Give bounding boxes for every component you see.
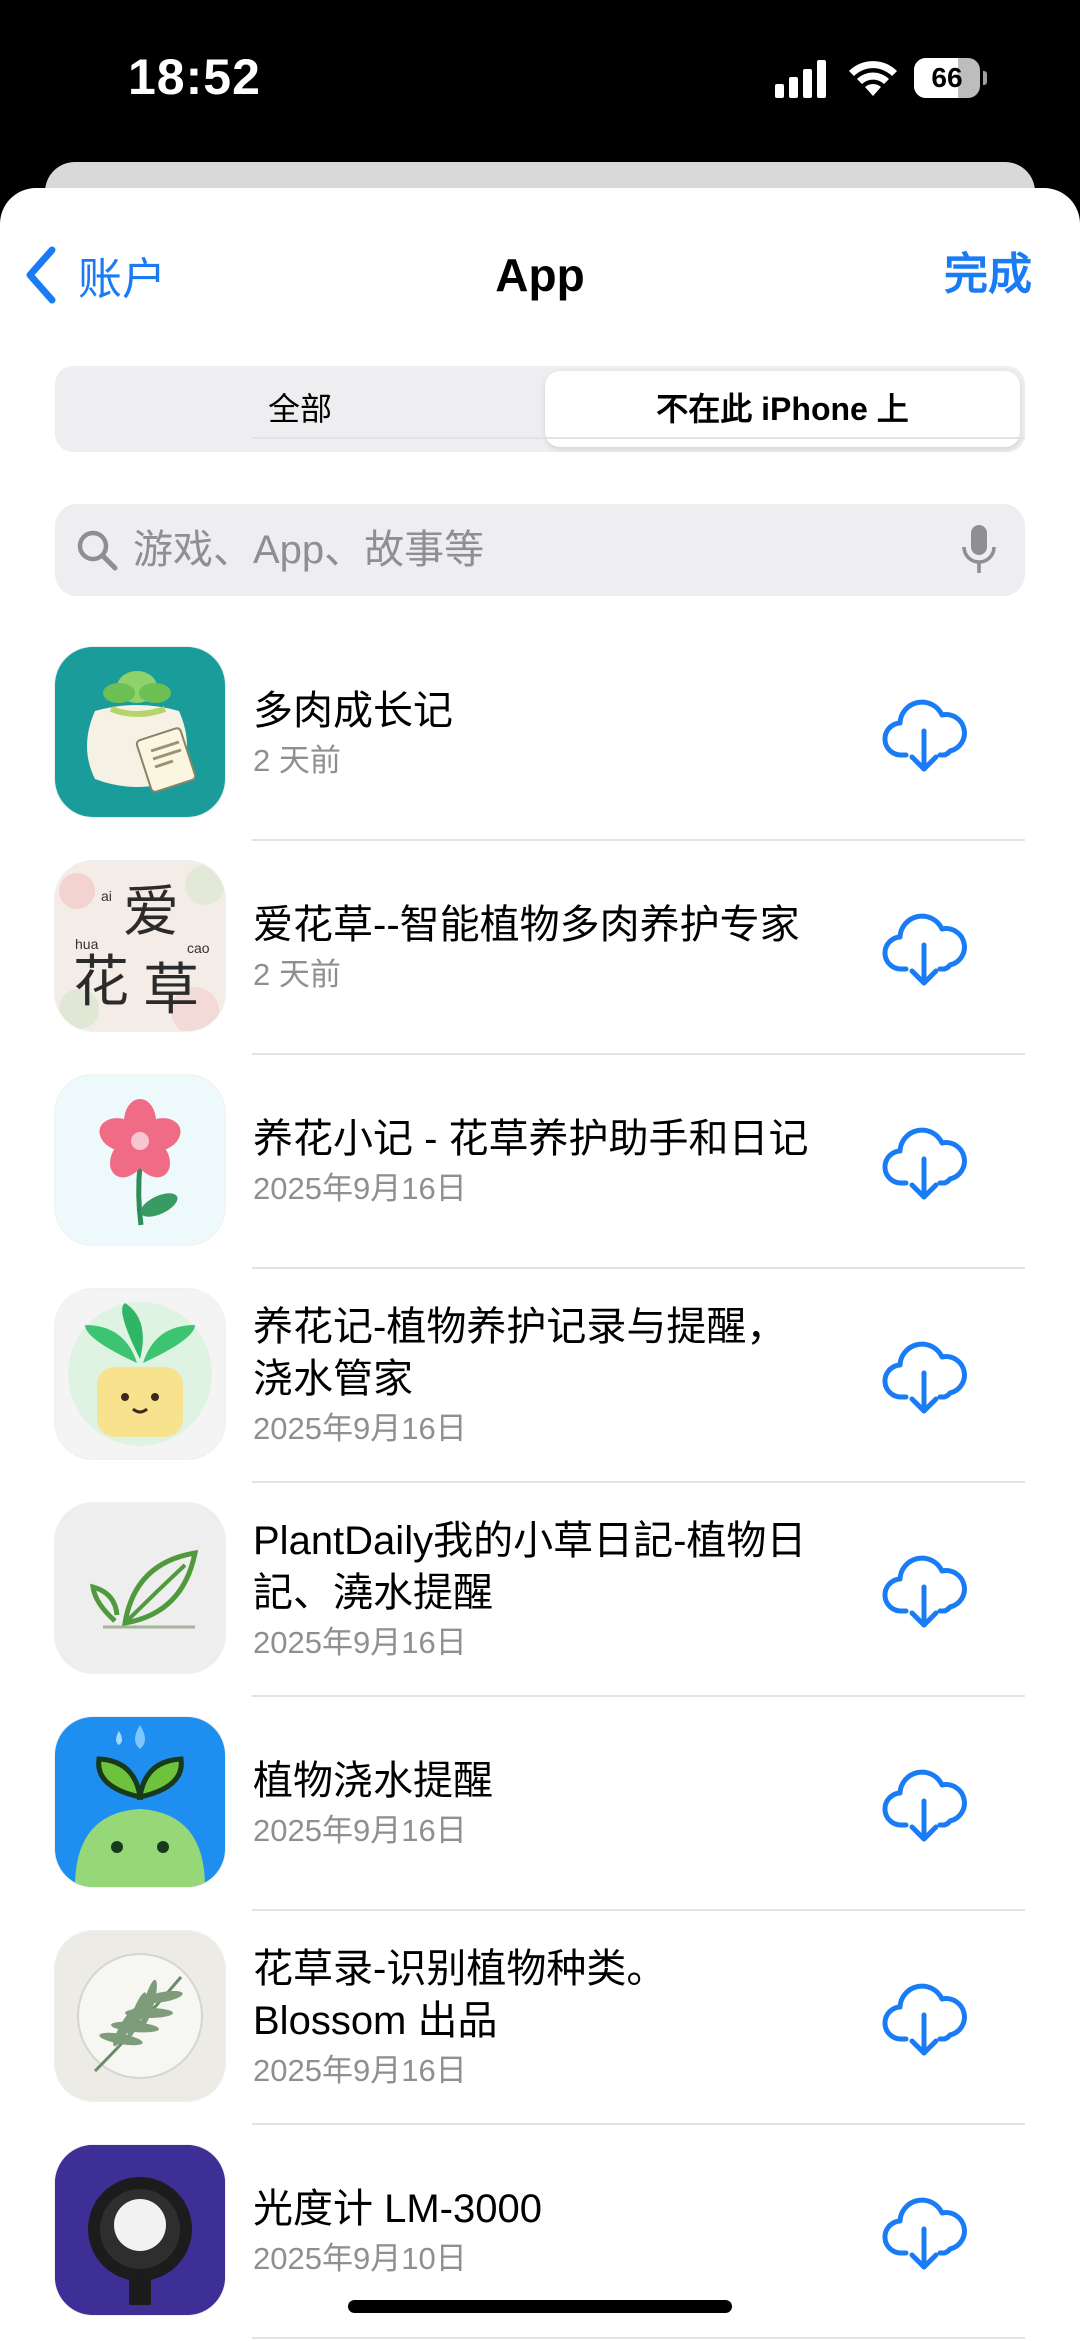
wifi-icon — [849, 61, 897, 96]
app-date: 2 天前 — [253, 743, 341, 778]
cloud-download-icon[interactable] — [880, 1545, 970, 1635]
app-date: 2025年9月16日 — [253, 1411, 467, 1446]
list-item[interactable]: 养花记-植物养护记录与提醒，浇水管家 2025年9月16日 — [0, 1269, 1080, 1483]
navigation-bar: 账户 App 完成 — [0, 188, 1080, 348]
app-name: 植物浇水提醒 — [253, 1759, 493, 1803]
search-bar — [55, 504, 1025, 596]
list-item[interactable]: PlantDaily我的小草日記-植物日記、澆水提醒 2025年9月16日 — [0, 1483, 1080, 1697]
app-name: 爱花草--智能植物多肉养护专家 — [253, 903, 800, 947]
battery-icon: 66 — [914, 58, 987, 98]
cloud-download-icon[interactable] — [880, 1331, 970, 1421]
cellular-signal-icon — [775, 60, 831, 98]
app-date: 2025年9月16日 — [253, 1171, 467, 1206]
leaf-outline-icon — [55, 1503, 225, 1673]
app-name: 光度计 LM-3000 — [253, 2187, 542, 2231]
cloud-download-icon[interactable] — [880, 2187, 970, 2277]
battery-percentage: 66 — [931, 62, 963, 93]
list-item[interactable]: 花草录-识别植物种类。Blossom 出品 2025年9月16日 — [0, 1911, 1080, 2125]
app-name: 多肉成长记 — [253, 689, 453, 733]
app-date: 2025年9月16日 — [253, 1625, 467, 1660]
list-top-divider — [252, 437, 1025, 439]
segment-all[interactable]: 全部 — [60, 371, 540, 447]
plant-pot-face-icon — [55, 1289, 225, 1459]
status-bar: 18:52 66 — [0, 0, 1080, 160]
segment-not-on-iphone[interactable]: 不在此 iPhone 上 — [545, 371, 1020, 447]
list-item[interactable]: 植物浇水提醒 2025年9月16日 — [0, 1697, 1080, 1911]
icon-char-cao: 草 — [143, 958, 199, 1023]
svg-text:hua: hua — [75, 936, 99, 952]
app-name: 养花小记 - 花草养护助手和日记 — [253, 1117, 809, 1161]
aihuacao-icon: 爱 花 草 ai hua cao — [55, 861, 225, 1031]
search-input[interactable] — [119, 526, 959, 574]
cloud-download-icon[interactable] — [880, 1117, 970, 1207]
pink-flower-icon — [55, 1075, 225, 1245]
palm-leaf-icon — [55, 1931, 225, 2101]
app-date: 2 天前 — [253, 957, 341, 992]
cloud-download-icon[interactable] — [880, 903, 970, 993]
app-list: 多肉成长记 2 天前 爱 花 草 ai hua cao 爱花草--智能植物多肉养… — [0, 627, 1080, 2339]
icon-char-ai: 爱 — [123, 880, 179, 945]
app-name: PlantDaily我的小草日記-植物日記、澆水提醒 — [253, 1519, 807, 1615]
cloud-download-icon[interactable] — [880, 689, 970, 779]
page-title: App — [495, 249, 585, 301]
app-date: 2025年9月10日 — [253, 2241, 467, 2276]
light-meter-icon — [55, 2145, 225, 2315]
app-name: 养花记-植物养护记录与提醒，浇水管家 — [253, 1305, 787, 1401]
microphone-icon[interactable] — [959, 523, 999, 577]
done-button[interactable]: 完成 — [944, 240, 1032, 310]
cloud-download-icon[interactable] — [880, 1973, 970, 2063]
status-time: 18:52 — [128, 49, 261, 105]
list-item[interactable]: 多肉成长记 2 天前 — [0, 627, 1080, 841]
succulent-pot-icon — [55, 647, 225, 817]
segmented-control: 全部 不在此 iPhone 上 — [55, 366, 1025, 452]
svg-text:cao: cao — [187, 940, 210, 956]
icon-char-hua: 花 — [73, 950, 129, 1015]
cloud-download-icon[interactable] — [880, 1759, 970, 1849]
app-date: 2025年9月16日 — [253, 2053, 467, 2088]
home-indicator[interactable] — [348, 2300, 732, 2313]
search-icon — [77, 530, 118, 571]
list-item[interactable]: 爱 花 草 ai hua cao 爱花草--智能植物多肉养护专家 2 天前 — [0, 841, 1080, 1055]
svg-text:ai: ai — [101, 888, 112, 904]
app-name: 花草录-识别植物种类。Blossom 出品 — [253, 1947, 667, 2043]
app-date: 2025年9月16日 — [253, 1813, 467, 1848]
sprout-drop-icon — [55, 1717, 225, 1887]
list-item[interactable]: 养花小记 - 花草养护助手和日记 2025年9月16日 — [0, 1055, 1080, 1269]
